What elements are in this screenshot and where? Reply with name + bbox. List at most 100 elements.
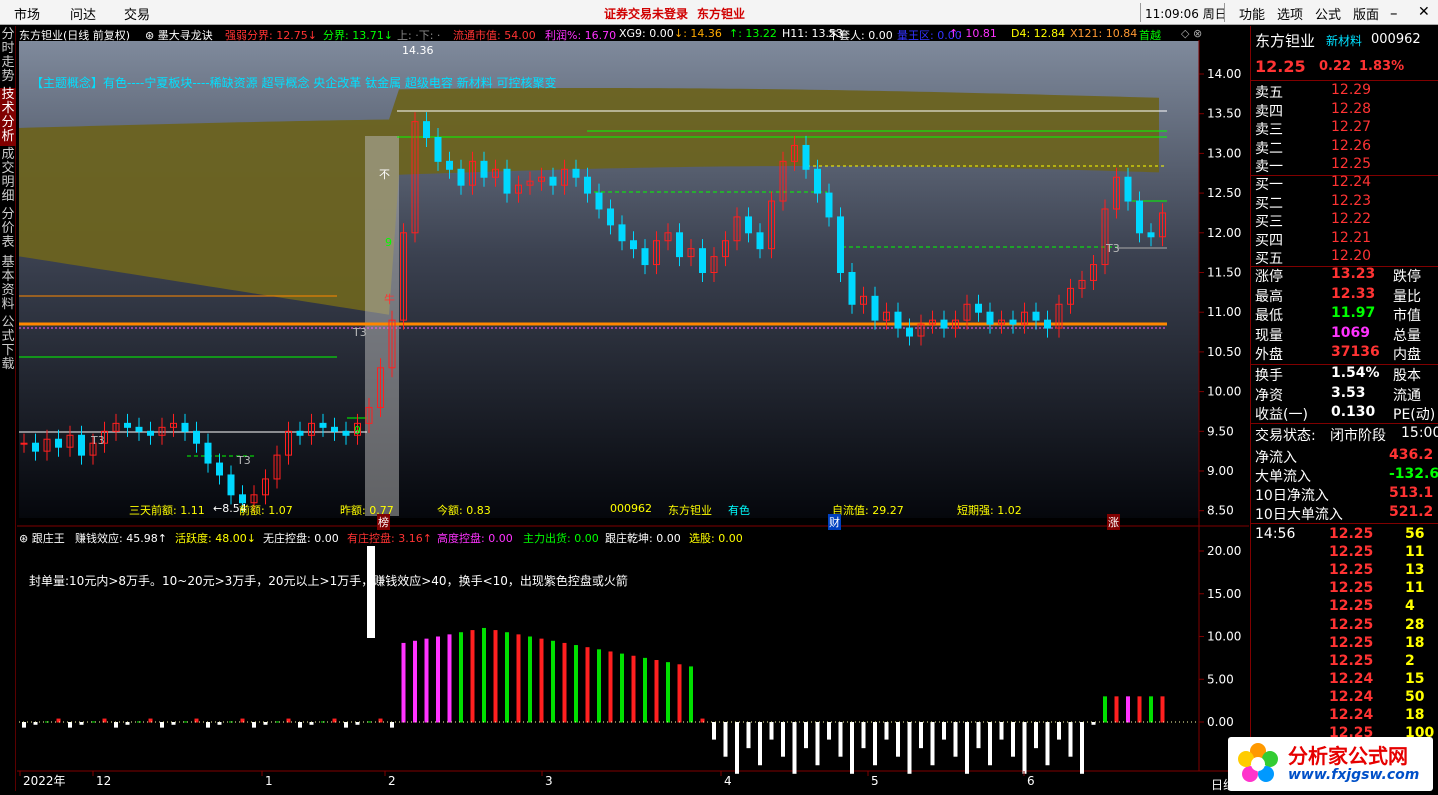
tick-row: 12.24 18 (1255, 707, 1435, 726)
tick-volume: 2 (1405, 652, 1415, 669)
indicator-bar (827, 722, 831, 740)
ask-row: 卖二 12.26 (1255, 138, 1435, 157)
menu-wenda[interactable]: 问达 (70, 4, 96, 23)
candle-body (814, 168, 821, 194)
indicator-bar (804, 722, 808, 749)
indicator-bar (965, 722, 969, 774)
stat-label: 最低 (1255, 308, 1283, 324)
kline-chart[interactable]: 14.00 13.50 13.00 12.50 12.00 11.50 11.00 10.50… (17, 26, 1249, 791)
indicator-bar (1011, 722, 1015, 757)
indicator-bar (815, 722, 820, 766)
axis-label: 8.50 (1207, 504, 1234, 518)
indicator-bar (1114, 696, 1119, 723)
indicator-bar (68, 722, 72, 728)
stat-label: 000962 (610, 502, 652, 515)
tab-trade-details[interactable]: 成交明细 (0, 148, 16, 206)
candle-body (1009, 319, 1017, 325)
stat-label: 自流值: 29.27 (832, 504, 904, 517)
tab-profile[interactable]: 基本资料 (0, 256, 16, 314)
badge-zhang[interactable]: 涨 (1107, 514, 1120, 530)
minimize-icon[interactable]: – (1390, 4, 1398, 22)
menu-formula[interactable]: 公式 (1315, 4, 1341, 23)
indicator-bar (160, 722, 164, 728)
flow-row: 10日大单流入 521.2 (1255, 504, 1435, 523)
tab-formula-download[interactable]: 公式下载 (0, 316, 16, 374)
axis-label: 11.00 (1207, 305, 1241, 319)
ask-row: 卖四 12.28 (1255, 101, 1435, 120)
stat-label-2: 内盘 (1393, 347, 1421, 363)
stat-label: 最高 (1255, 288, 1283, 305)
candle-body (147, 430, 154, 436)
tick-price: 12.25 (1329, 652, 1374, 669)
tick-price: 12.25 (1329, 616, 1374, 633)
tab-intraday[interactable]: 分时走势 (0, 28, 16, 86)
bid-label: 买二 (1255, 195, 1283, 212)
candle-body (319, 422, 327, 428)
indicator-bar (861, 722, 866, 749)
axis-label: 13.00 (1207, 146, 1241, 160)
indicator-bar (447, 634, 452, 723)
chart-title[interactable]: 东方钽业(日线 前复权) (19, 27, 130, 43)
trade-state-label: 交易状态: (1255, 428, 1316, 444)
indicator-bar (355, 722, 360, 725)
sector-tag[interactable]: 新材料 (1326, 32, 1362, 49)
candle-body (630, 240, 637, 250)
indicator-bar (424, 638, 429, 723)
chart-area[interactable]: 14.00 13.50 13.00 12.50 12.00 11.50 11.00 10.50… (17, 26, 1249, 792)
ask-label: 卖五 (1255, 85, 1283, 101)
candle-body (193, 430, 200, 444)
indicator-bar (723, 722, 728, 757)
menu-layout[interactable]: 版面 (1353, 4, 1379, 23)
bid-row: 买四 12.21 (1255, 230, 1435, 249)
close-icon[interactable]: ✕ (1418, 4, 1430, 20)
tick-row: 12.25 18 (1255, 635, 1435, 654)
indicator-bar (574, 645, 578, 723)
stat-label: 东方钽业 (668, 504, 712, 517)
stat-row: 最高 12.33 量比 (1255, 286, 1435, 305)
stat-value: 1069 (1331, 324, 1370, 341)
tick-volume: 28 (1405, 616, 1425, 633)
indicator-bar (1149, 696, 1153, 723)
badge-bang[interactable]: 榜 (377, 514, 390, 530)
tick-price: 12.25 (1329, 580, 1374, 597)
axis-label: 11.50 (1207, 266, 1241, 280)
sub-value: 高度控盘: 0.00 (437, 532, 513, 545)
candle-body (802, 144, 810, 170)
tab-technical[interactable]: 技术分析 (0, 88, 16, 146)
flow-row: 净流入 436.2 (1255, 447, 1435, 466)
tick-price: 12.25 (1329, 562, 1374, 579)
candle-body (204, 442, 212, 464)
tick-price: 12.24 (1329, 688, 1374, 705)
candle-body (20, 442, 28, 445)
tick-row: 12.25 2 (1255, 653, 1435, 672)
settings-icon[interactable]: ◇ ⊗ (1181, 27, 1202, 40)
indicator-bar (1068, 722, 1073, 757)
indicator-name[interactable]: ⊛ 墨大寻龙诀 (145, 27, 213, 43)
bid-price: 12.24 (1331, 174, 1372, 190)
ask-label: 卖三 (1255, 122, 1283, 138)
candle-body (331, 426, 338, 432)
flow-label: 大单流入 (1255, 469, 1311, 485)
separator (1140, 3, 1141, 22)
stat-row: 换手 1.54% 股本 (1255, 365, 1435, 384)
menu-options[interactable]: 选项 (1277, 4, 1303, 23)
sub-indicator-name[interactable]: ⊛ 跟庄王 (19, 530, 65, 546)
stat-label: 现量 (1255, 327, 1283, 344)
candle-body (572, 168, 580, 178)
sub-note: 封单量:10元内>8万手。10~20元>3万手，20元以上>1万手，赚钱效应>4… (29, 574, 628, 588)
tick-row: 12.25 11 (1255, 544, 1435, 563)
axis-label: 9.50 (1207, 424, 1234, 438)
menu-trade[interactable]: 交易 (124, 4, 150, 23)
indicator-bar (436, 636, 440, 723)
candle-body (607, 208, 614, 226)
candle-body (78, 434, 85, 456)
menu-features[interactable]: 功能 (1239, 4, 1265, 23)
indicator-bar (516, 634, 521, 723)
menu-market[interactable]: 市场 (14, 4, 40, 23)
flow-row: 10日净流入 513.1 (1255, 485, 1435, 504)
indicator-bar (620, 653, 624, 723)
indicator-value: 上: ·下: · (397, 29, 441, 42)
badge-cai[interactable]: 财 (828, 514, 841, 530)
login-notice[interactable]: 证券交易未登录 (604, 5, 688, 22)
tab-price-table[interactable]: 分价表 (0, 208, 16, 254)
